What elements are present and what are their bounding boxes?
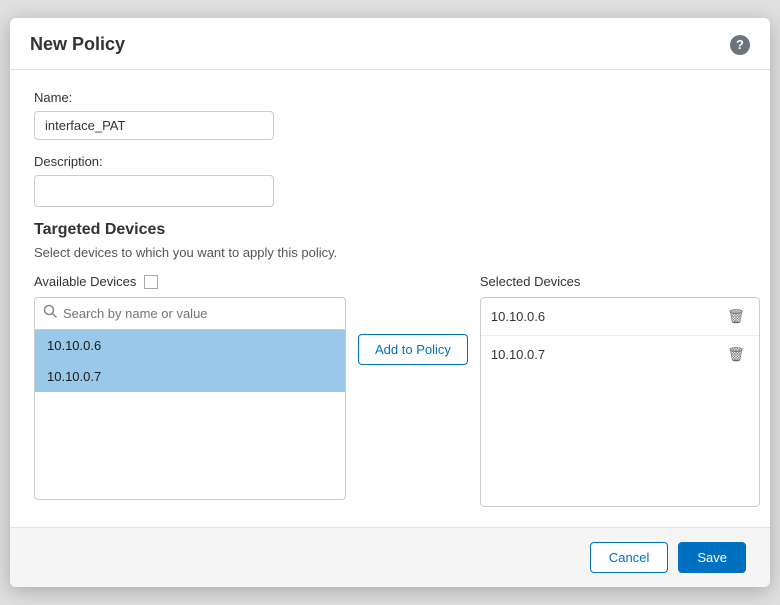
devices-layout: Available Devices — [34, 274, 746, 507]
selected-item: 10.10.0.6 🗑 — [481, 298, 759, 336]
selected-item-value: 10.10.0.6 — [491, 309, 545, 324]
search-wrapper — [34, 297, 346, 330]
list-item[interactable]: 10.10.0.7 — [35, 361, 345, 392]
name-label: Name: — [34, 90, 746, 105]
selected-list: 10.10.0.6 🗑 10.10.0.7 🗑 — [480, 297, 760, 507]
targeted-devices-title: Targeted Devices — [34, 221, 746, 239]
available-list: 10.10.0.6 10.10.0.7 — [34, 330, 346, 500]
search-inner — [35, 298, 345, 329]
new-policy-dialog: New Policy ? Name: Description: Targeted… — [10, 18, 770, 587]
dialog-header: New Policy ? — [10, 18, 770, 70]
selected-item-value: 10.10.0.7 — [491, 347, 545, 362]
search-input[interactable] — [63, 306, 337, 321]
name-input[interactable] — [34, 111, 274, 140]
available-devices-panel: Available Devices — [34, 274, 346, 500]
save-button[interactable]: Save — [678, 542, 746, 573]
add-to-policy-button[interactable]: Add to Policy — [358, 334, 468, 365]
description-field-group: Description: — [34, 154, 746, 207]
middle-actions: Add to Policy — [358, 274, 468, 365]
remove-item-icon[interactable]: 🗑 — [723, 344, 749, 365]
dialog-footer: Cancel Save — [10, 527, 770, 587]
select-all-checkbox[interactable] — [144, 275, 158, 289]
description-input[interactable] — [34, 175, 274, 207]
selected-devices-panel: Selected Devices 10.10.0.6 🗑 10.10.0.7 🗑 — [480, 274, 760, 507]
available-devices-label: Available Devices — [34, 274, 136, 289]
dialog-body: Name: Description: Targeted Devices Sele… — [10, 70, 770, 527]
cancel-button[interactable]: Cancel — [590, 542, 668, 573]
dialog-title: New Policy — [30, 34, 125, 55]
name-field-group: Name: — [34, 90, 746, 140]
selected-devices-label: Selected Devices — [480, 274, 760, 289]
description-label: Description: — [34, 154, 746, 169]
search-icon — [43, 304, 57, 323]
remove-item-icon[interactable]: 🗑 — [723, 306, 749, 327]
list-item[interactable]: 10.10.0.6 — [35, 330, 345, 361]
help-icon[interactable]: ? — [730, 35, 750, 55]
targeted-devices-desc: Select devices to which you want to appl… — [34, 245, 746, 260]
available-panel-header: Available Devices — [34, 274, 346, 289]
selected-item: 10.10.0.7 🗑 — [481, 336, 759, 373]
